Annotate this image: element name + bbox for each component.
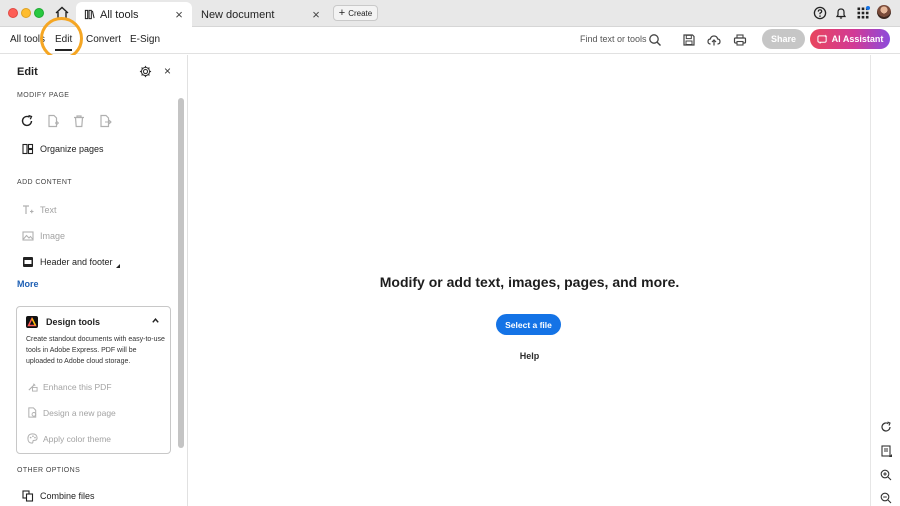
image-icon	[22, 231, 34, 241]
select-a-file-button[interactable]: Select a file	[496, 314, 561, 335]
ai-assistant-label: AI Assistant	[831, 34, 884, 44]
apply-color-theme-item: Apply color theme	[27, 433, 111, 444]
zoom-in-icon[interactable]	[880, 469, 892, 481]
notifications-bell-icon[interactable]	[834, 5, 848, 21]
modify-page-heading: MODIFY PAGE	[17, 92, 70, 99]
print-icon[interactable]	[733, 33, 747, 47]
enhance-pdf-item: Enhance this PDF	[27, 381, 112, 392]
design-page-icon	[28, 407, 37, 418]
color-palette-icon	[27, 433, 38, 444]
help-link[interactable]: Help	[189, 351, 870, 361]
chevron-up-icon[interactable]	[151, 316, 160, 325]
menu-convert[interactable]: Convert	[86, 34, 121, 45]
design-new-page-item: Design a new page	[27, 407, 116, 418]
create-label: Create	[348, 8, 373, 18]
tab-label: All tools	[100, 8, 139, 21]
find-text-or-tools[interactable]: Find text or tools	[580, 34, 647, 44]
apply-color-theme-label: Apply color theme	[43, 433, 112, 444]
search-icon[interactable]	[648, 33, 662, 47]
add-text-item: Text	[22, 204, 57, 216]
upload-cloud-icon[interactable]	[707, 33, 721, 47]
organize-pages-item[interactable]: Organize pages	[22, 143, 104, 155]
text-icon	[23, 205, 34, 214]
text-label: Text	[40, 205, 57, 215]
window-zoom-button[interactable]	[34, 8, 44, 18]
toolbar: All tools Edit Convert E-Sign Find text …	[0, 27, 900, 54]
main-canvas: Modify or add text, images, pages, and m…	[189, 55, 870, 506]
create-button[interactable]: + Create	[333, 5, 378, 21]
combine-files-label: Combine files	[40, 491, 95, 501]
design-tools-title: Design tools	[46, 317, 101, 327]
other-options-heading: OTHER OPTIONS	[17, 467, 81, 474]
tab-all-tools[interactable]: All tools ×	[76, 2, 192, 27]
window-close-button[interactable]	[8, 8, 18, 18]
panel-close-icon[interactable]: ×	[164, 64, 171, 78]
combine-files-item[interactable]: Combine files	[22, 490, 95, 502]
help-icon[interactable]	[813, 5, 827, 21]
tools-icon	[84, 9, 95, 20]
modify-page-icons	[20, 114, 112, 128]
panel-scrollbar[interactable]	[178, 98, 184, 448]
tab-bar: All tools × New document × + Create	[0, 0, 900, 27]
main-heading: Modify or add text, images, pages, and m…	[379, 274, 680, 290]
extract-page-icon	[100, 114, 112, 128]
submenu-corner-icon	[115, 264, 120, 268]
tab-close-icon[interactable]: ×	[172, 7, 186, 22]
plus-icon: +	[338, 6, 346, 19]
add-image-item: Image	[22, 230, 65, 242]
design-tools-card: Design tools Create standout documents w…	[16, 306, 171, 454]
rotate-view-icon[interactable]	[880, 421, 892, 433]
design-tools-header[interactable]: Design tools	[26, 316, 100, 328]
enhance-wand-icon	[28, 383, 38, 392]
tab-label: New document	[201, 8, 275, 21]
panel-title: Edit	[17, 66, 38, 78]
settings-gear-icon[interactable]	[139, 65, 152, 78]
menu-all-tools[interactable]: All tools	[10, 34, 45, 45]
design-tools-description: Create standout documents with easy-to-u…	[26, 336, 165, 365]
save-icon[interactable]	[682, 33, 696, 47]
combine-files-icon	[22, 490, 34, 502]
share-button[interactable]: Share	[762, 29, 805, 49]
edit-panel: Edit × MODIFY PAGE Organize pages ADD CO…	[0, 55, 188, 506]
ai-assistant-icon	[817, 33, 828, 44]
header-and-footer-item[interactable]: Header and footer	[22, 256, 120, 268]
enhance-pdf-label: Enhance this PDF	[43, 381, 112, 392]
image-label: Image	[40, 231, 66, 241]
right-rail	[870, 55, 900, 506]
organize-pages-label: Organize pages	[40, 144, 104, 154]
more-link[interactable]: More	[17, 279, 39, 289]
tab-close-icon[interactable]: ×	[309, 7, 323, 22]
page-thumbnail-icon[interactable]	[880, 445, 892, 457]
header-and-footer-label: Header and footer	[40, 257, 113, 267]
apps-grid-icon[interactable]	[856, 5, 870, 21]
header-footer-icon	[23, 257, 33, 267]
menu-edit[interactable]: Edit	[55, 34, 73, 51]
insert-page-icon	[48, 114, 59, 128]
add-content-heading: ADD CONTENT	[17, 179, 72, 186]
tab-new-document[interactable]: New document ×	[193, 2, 329, 27]
ai-assistant-button[interactable]: AI Assistant	[810, 29, 890, 49]
home-icon[interactable]	[54, 5, 70, 21]
avatar[interactable]	[877, 5, 891, 19]
organize-pages-icon	[22, 143, 34, 155]
adobe-express-logo-icon	[26, 316, 38, 328]
zoom-out-icon[interactable]	[880, 492, 892, 504]
rotate-icon[interactable]	[20, 114, 34, 128]
delete-trash-icon	[74, 115, 84, 128]
menu-e-sign[interactable]: E-Sign	[130, 34, 160, 45]
window-minimize-button[interactable]	[21, 8, 31, 18]
design-new-page-label: Design a new page	[43, 407, 116, 418]
